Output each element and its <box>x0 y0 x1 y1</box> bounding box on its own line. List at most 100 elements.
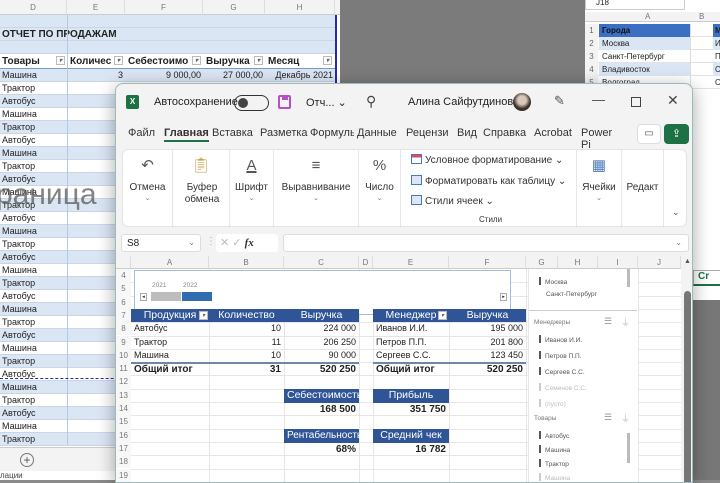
row-header[interactable]: 12 <box>116 375 131 389</box>
tab-review[interactable]: Рецензи <box>406 127 449 139</box>
filter-dropdown-icon[interactable]: ▾ <box>192 56 201 65</box>
font-button[interactable]: A Шрифт ⌄ <box>230 150 274 228</box>
user-name[interactable]: Алина Сайфутдинова <box>408 96 519 108</box>
cancel-icon[interactable]: ✕ <box>220 237 229 249</box>
tab-power-pivot[interactable]: Power Pi <box>581 127 624 151</box>
tab-help[interactable]: Справка <box>483 127 526 139</box>
column-header[interactable]: A <box>645 12 650 21</box>
tab-file[interactable]: Файл <box>128 127 155 139</box>
tab-acrobat[interactable]: Acrobat <box>534 127 572 139</box>
table-row[interactable]: 3 Санкт-Петербург П <box>585 50 720 63</box>
close-button[interactable]: ✕ <box>667 92 679 109</box>
pivot-cell[interactable]: Петров П.П. <box>373 336 430 349</box>
column-header[interactable]: I <box>598 256 638 269</box>
pivot-cell[interactable]: 123 450 <box>449 349 526 362</box>
row-header[interactable]: 7 <box>116 308 131 323</box>
pivot-cell[interactable]: 11 <box>209 336 284 349</box>
save-icon[interactable] <box>278 95 291 109</box>
pivot-cell[interactable]: 10 <box>209 322 284 335</box>
conditional-formatting-button[interactable]: Условное форматирование ⌄ <box>411 154 563 166</box>
timeline-scroll-left-icon[interactable]: ◂ <box>140 293 147 301</box>
ribbon-expand-chevron-icon[interactable]: ⌄ <box>672 207 680 218</box>
clear-filter-icon[interactable]: ⏚ <box>621 412 630 425</box>
undo-button[interactable]: ↶ Отмена ⌄ <box>123 150 173 228</box>
cells-button[interactable]: ▦ Ячейки ⌄ <box>577 150 622 228</box>
add-sheet-button[interactable]: + <box>20 453 34 467</box>
sheet-tab[interactable]: Cr <box>693 270 720 286</box>
table-row[interactable]: 4 Владивосток С <box>585 63 720 76</box>
avatar[interactable] <box>513 93 531 111</box>
formula-input[interactable]: ⌄ <box>283 234 689 252</box>
name-box[interactable]: J18 <box>585 0 685 10</box>
pivot-cell[interactable]: Трактор <box>131 336 170 349</box>
filter-dropdown-icon[interactable]: ▾ <box>56 56 65 65</box>
enter-icon[interactable]: ✓ <box>232 237 241 249</box>
multi-select-icon[interactable]: ☰ <box>604 412 612 423</box>
alignment-button[interactable]: ≡ Выравнивание ⌄ <box>274 150 359 228</box>
table-row[interactable]: 2 Москва И <box>585 37 720 50</box>
column-header[interactable]: D <box>0 0 67 15</box>
tab-insert[interactable]: Вставка <box>212 127 253 139</box>
column-header[interactable]: F <box>125 0 203 15</box>
row-header[interactable]: 17 <box>116 441 131 456</box>
slicer-managers[interactable]: Менеджеры ☰ ⏚ Иванов И.И. Петров П.П. Се… <box>529 313 637 408</box>
scroll-up-icon[interactable]: ▲ <box>684 258 691 265</box>
tab-data[interactable]: Данные <box>357 127 397 139</box>
column-header[interactable]: D <box>359 256 373 269</box>
pivot-cell[interactable]: 206 250 <box>284 336 359 349</box>
row-header[interactable]: 14 <box>116 402 131 416</box>
table-row[interactable]: Машина 3 9 000,00 27 000,00 Декабрь 2021 <box>0 69 335 82</box>
column-header[interactable]: G <box>203 0 265 15</box>
clipboard-button[interactable]: 📋︎ Буфер обмена <box>173 150 230 228</box>
insert-function-button[interactable]: fx <box>245 237 254 249</box>
comments-button[interactable]: ▭ <box>637 124 661 144</box>
slicer-cities[interactable]: Москва Санкт-Петербург <box>529 269 637 311</box>
clear-filter-icon[interactable]: ⏚ <box>621 316 630 329</box>
table-row[interactable]: 1 Города М <box>585 24 720 37</box>
pivot-cell[interactable]: 90 000 <box>284 349 359 362</box>
column-header[interactable]: E <box>67 0 125 15</box>
tab-formulas[interactable]: Формулы <box>310 127 354 139</box>
autosave-toggle[interactable] <box>234 95 269 111</box>
filter-dropdown-icon[interactable]: ▾ <box>114 56 123 65</box>
search-icon[interactable]: ⚲ <box>366 93 376 110</box>
pivot-cell[interactable]: Автобус <box>131 322 170 335</box>
timeline-bar-2022[interactable] <box>182 292 212 301</box>
share-button[interactable]: ⇪ <box>664 124 689 144</box>
editing-button[interactable]: Редакт <box>622 150 664 228</box>
pivot-cell[interactable]: 224 000 <box>284 322 359 335</box>
row-header[interactable]: 4 <box>116 269 131 283</box>
timeline-scroll-right-icon[interactable]: ▸ <box>500 293 507 301</box>
worksheet-grid[interactable]: A B C D E F G H I J 4 5 6 7 8 9 10 11 12 13 14 15 16… <box>116 256 692 482</box>
filter-dropdown-icon[interactable]: ▾ <box>323 56 332 65</box>
tab-view[interactable]: Вид <box>457 127 477 139</box>
scrollbar-thumb[interactable] <box>684 291 691 482</box>
pivot-cell[interactable]: 201 800 <box>449 336 526 349</box>
cell-styles-button[interactable]: Стили ячеек ⌄ <box>411 195 494 207</box>
row-header[interactable]: 5 <box>116 282 131 296</box>
column-header[interactable]: G <box>526 256 558 269</box>
row-header[interactable]: 15 <box>116 415 131 429</box>
column-header[interactable]: F <box>449 256 526 269</box>
name-box[interactable]: S8 ⌄ <box>121 234 201 252</box>
multi-select-icon[interactable]: ☰ <box>604 316 612 327</box>
row-header[interactable]: 6 <box>116 295 131 309</box>
row-header[interactable]: 9 <box>116 335 131 349</box>
row-header[interactable]: 11 <box>116 362 131 376</box>
row-header[interactable]: 16 <box>116 428 131 442</box>
maximize-button[interactable] <box>631 97 641 107</box>
column-header[interactable]: B <box>209 256 284 269</box>
pivot-cell[interactable]: Машина <box>131 349 172 362</box>
pivot-cell[interactable]: 10 <box>209 349 284 362</box>
file-name-dropdown[interactable]: Отч... ⌄ <box>306 96 347 109</box>
format-as-table-button[interactable]: Форматировать как таблицу ⌄ <box>411 175 566 187</box>
pivot-cell[interactable]: Сергеев С.С. <box>373 349 434 362</box>
pivot-cell[interactable]: 195 000 <box>449 322 526 335</box>
column-header[interactable]: H <box>558 256 598 269</box>
row-header[interactable]: 8 <box>116 322 131 336</box>
column-header[interactable]: A <box>131 256 209 269</box>
filter-dropdown-icon[interactable]: ▾ <box>199 311 208 320</box>
column-header[interactable]: C <box>284 256 359 269</box>
tab-page-layout[interactable]: Разметка <box>260 127 308 139</box>
column-header[interactable]: H <box>265 0 335 15</box>
